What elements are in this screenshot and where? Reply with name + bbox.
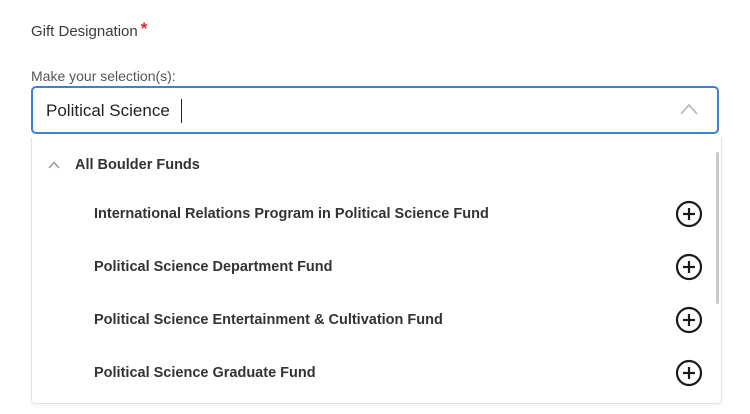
dropdown-scrollbar[interactable] [716, 152, 719, 304]
option-label: Political Science Graduate Fund [94, 365, 316, 381]
group-label: All Boulder Funds [75, 157, 200, 173]
option-item[interactable]: Political Science Department Fund [94, 247, 704, 287]
dropdown-panel: All Boulder Funds International Relation… [31, 138, 722, 404]
plus-circle-icon[interactable] [674, 199, 704, 229]
text-cursor [181, 99, 182, 123]
plus-circle-icon[interactable] [674, 358, 704, 388]
plus-circle-icon[interactable] [674, 252, 704, 282]
field-label: Gift Designation * [31, 19, 147, 40]
option-label: Political Science Entertainment & Cultiv… [94, 312, 443, 328]
search-input[interactable] [46, 100, 646, 122]
option-label: International Relations Program in Polit… [94, 206, 489, 222]
group-header[interactable]: All Boulder Funds [48, 155, 200, 175]
option-item[interactable]: Political Science Graduate Fund [94, 353, 704, 393]
option-item[interactable]: Political Science Entertainment & Cultiv… [94, 300, 704, 340]
chevron-up-icon[interactable] [679, 102, 699, 116]
option-label: Political Science Department Fund [94, 259, 333, 275]
required-mark: * [140, 19, 148, 38]
selection-hint: Make your selection(s): [31, 68, 176, 84]
search-combobox[interactable] [31, 86, 719, 134]
chevron-up-icon [48, 161, 60, 169]
field-label-text: Gift Designation [31, 23, 138, 40]
option-item[interactable]: International Relations Program in Polit… [94, 194, 704, 234]
plus-circle-icon[interactable] [674, 305, 704, 335]
